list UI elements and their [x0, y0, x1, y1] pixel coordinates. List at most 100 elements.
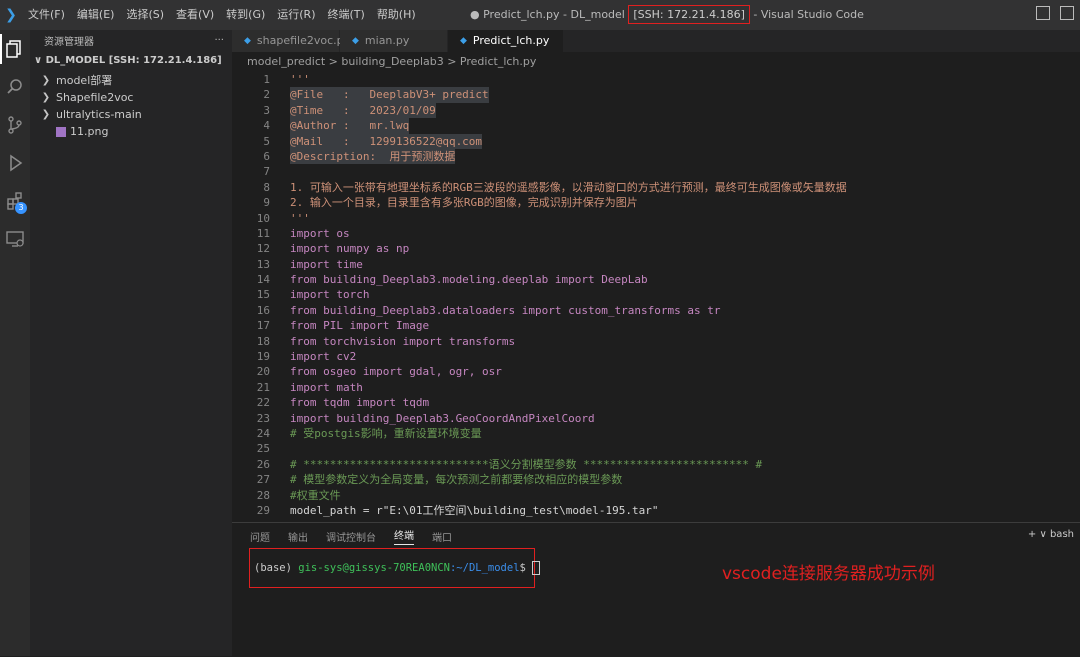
line-number: 29: [256, 503, 270, 517]
code-line[interactable]: 6 @Description: 用于预测数据: [232, 148, 1080, 165]
code-text: # 受postgis影响，重新设置环境变量: [290, 426, 482, 440]
code-text: import building_Deeplab3.GeoCoordAndPixe…: [290, 411, 595, 425]
toggle-panel-icon[interactable]: [1060, 6, 1074, 20]
breadcrumb[interactable]: model_predict > building_Deeplab3 > Pred…: [232, 52, 1080, 72]
code-line[interactable]: 18 from torchvision import transforms: [232, 334, 1080, 349]
code-text: model_path = r"E:\01工作空间\building_test\m…: [290, 503, 659, 517]
code-line[interactable]: 16 from building_Deeplab3.dataloaders imp…: [232, 303, 1080, 318]
code-line[interactable]: 24 # 受postgis影响，重新设置环境变量: [232, 426, 1080, 441]
panel-tab-problems[interactable]: 问题: [250, 529, 270, 544]
code-text: # ****************************语义分割模型参数 *…: [290, 457, 763, 471]
code-line[interactable]: 8 1. 可输入一张带有地理坐标系的RGB三波段的遥感影像，以滑动窗口的方式进行预…: [232, 180, 1080, 195]
code-line[interactable]: 4 @Author : mr.lwq: [232, 118, 1080, 134]
python-file-icon: ◆: [352, 36, 359, 46]
code-line[interactable]: 9 2. 输入一个目录，目录里含有多张RGB的图像，完成识别并保存为图片: [232, 195, 1080, 210]
menu-go[interactable]: 转到(G): [220, 0, 271, 30]
code-text: 1. 可输入一张带有地理坐标系的RGB三波段的遥感影像，以滑动窗口的方式进行预测…: [290, 180, 847, 194]
code-line[interactable]: 14 from building_Deeplab3.modeling.deepla…: [232, 272, 1080, 287]
code-text: @Description: 用于预测数据: [290, 148, 456, 165]
code-text: import math: [290, 380, 363, 394]
code-line[interactable]: 22 from tqdm import tqdm: [232, 395, 1080, 410]
line-number: 21: [256, 380, 270, 394]
tab-label: Predict_lch.py: [472, 34, 550, 47]
code-text: # 模型参数定义为全局变量，每次预测之前都要修改相应的模型参数: [290, 473, 623, 487]
menu-run[interactable]: 运行(R): [271, 0, 321, 30]
panel-tab-debug-console[interactable]: 调试控制台: [326, 529, 376, 544]
code-line[interactable]: 25: [232, 441, 1080, 456]
tab-predict-lch[interactable]: ◆ Predict_lch.py: [448, 30, 564, 52]
workspace-section[interactable]: ∨ DL_MODEL [SSH: 172.21.4.186]: [30, 50, 232, 72]
search-icon[interactable]: [0, 68, 30, 106]
menu-edit[interactable]: 编辑(E): [71, 0, 121, 30]
code-line[interactable]: 3 @Time : 2023/01/09: [232, 102, 1080, 119]
code-line[interactable]: 5 @Mail : 1299136522@qq.com: [232, 133, 1080, 149]
menu-selection[interactable]: 选择(S): [120, 0, 170, 30]
code-line[interactable]: 7: [232, 164, 1080, 179]
explorer-title: 资源管理器: [44, 36, 94, 48]
panel-tab-output[interactable]: 输出: [288, 529, 308, 544]
code-line[interactable]: 28 #权重文件: [232, 488, 1080, 503]
line-number: 20: [256, 365, 270, 379]
terminal-controls[interactable]: + ∨ bash: [1028, 529, 1074, 540]
window-title: ● Predict_lch.py - DL_model [SSH: 172.21…: [470, 0, 864, 30]
code-text: import cv2: [290, 350, 357, 364]
chevron-right-icon: ❯: [41, 109, 51, 120]
code-line[interactable]: 20 from osgeo import gdal, ogr, osr: [232, 364, 1080, 379]
tree-folder-shapefile2voc[interactable]: ❯ Shapefile2voc: [30, 89, 232, 106]
code-line[interactable]: 11 import os: [232, 226, 1080, 241]
workspace-title: DL_MODEL [SSH: 172.21.4.186]: [45, 55, 222, 66]
line-number: 25: [256, 442, 270, 456]
remote-explorer-icon[interactable]: [0, 220, 30, 258]
code-line[interactable]: 1 ''': [232, 72, 1080, 87]
extensions-icon[interactable]: 3: [0, 182, 30, 220]
code-text: from osgeo import gdal, ogr, osr: [290, 365, 502, 379]
code-editor[interactable]: 1 ''' 2 @File : DeeplabV3+ predict 3 @Time : …: [232, 72, 1080, 550]
code-line[interactable]: 17 from PIL import Image: [232, 318, 1080, 333]
tab-shapefile2voc[interactable]: ◆ shapefile2voc.py: [232, 30, 350, 52]
toggle-sidebar-icon[interactable]: [1036, 6, 1050, 20]
code-text: @Mail : 1299136522@qq.com: [290, 133, 483, 149]
code-line[interactable]: 10 ''': [232, 211, 1080, 226]
code-line[interactable]: 2 @File : DeeplabV3+ predict: [232, 87, 1080, 103]
tree-folder-ultralytics[interactable]: ❯ ultralytics-main: [30, 106, 232, 123]
menu-file[interactable]: 文件(F): [22, 0, 71, 30]
panel-tabs: 问题 输出 调试控制台 终端 端口: [232, 523, 1080, 549]
code-line[interactable]: 19 import cv2: [232, 349, 1080, 364]
code-line[interactable]: 29 model_path = r"E:\01工作空间\building_test…: [232, 503, 1080, 518]
terminal-prompt-line[interactable]: (base) gis-sys@gissys-70REA0NCN:~/DL_mod…: [254, 561, 541, 575]
line-number: 28: [256, 488, 270, 502]
line-number: 2: [263, 88, 270, 102]
code-text: 2. 输入一个目录，目录里含有多张RGB的图像，完成识别并保存为图片: [290, 196, 638, 210]
window-title-prefix: ● Predict_lch.py - DL_model: [470, 8, 625, 21]
tree-folder-model-deploy[interactable]: ❯ model部署: [30, 72, 232, 89]
tree-file-11-png[interactable]: 11.png: [30, 123, 232, 140]
code-line[interactable]: 12 import numpy as np: [232, 241, 1080, 256]
tab-mian[interactable]: ◆ mian.py: [340, 30, 448, 52]
code-line[interactable]: 15 import torch: [232, 287, 1080, 302]
source-control-icon[interactable]: [0, 106, 30, 144]
activity-bar: 3: [0, 30, 30, 656]
code-text: #权重文件: [290, 488, 341, 502]
line-number: 18: [256, 334, 270, 348]
image-file-icon: [56, 126, 66, 137]
line-number: 6: [263, 149, 270, 163]
code-text: from PIL import Image: [290, 319, 430, 333]
panel-tab-ports[interactable]: 端口: [432, 529, 452, 544]
tab-label: mian.py: [364, 34, 410, 47]
panel-tab-terminal[interactable]: 终端: [394, 527, 414, 545]
code-line[interactable]: 26 # ****************************语义分割模型参数…: [232, 457, 1080, 472]
menu-terminal[interactable]: 终端(T): [322, 0, 371, 30]
explorer-icon[interactable]: [0, 30, 30, 68]
line-number: 22: [256, 396, 270, 410]
code-line[interactable]: 23 import building_Deeplab3.GeoCoordAndPi…: [232, 411, 1080, 426]
tab-label: shapefile2voc.py: [256, 34, 351, 47]
code-line[interactable]: 21 import math: [232, 380, 1080, 395]
menu-help[interactable]: 帮助(H): [371, 0, 422, 30]
code-line[interactable]: 13 import time: [232, 257, 1080, 272]
run-debug-icon[interactable]: [0, 144, 30, 182]
code-text: ''': [290, 73, 310, 86]
code-text: import time: [290, 257, 363, 271]
menu-view[interactable]: 查看(V): [170, 0, 220, 30]
more-actions-icon[interactable]: ···: [214, 35, 224, 46]
code-line[interactable]: 27 # 模型参数定义为全局变量，每次预测之前都要修改相应的模型参数: [232, 472, 1080, 487]
